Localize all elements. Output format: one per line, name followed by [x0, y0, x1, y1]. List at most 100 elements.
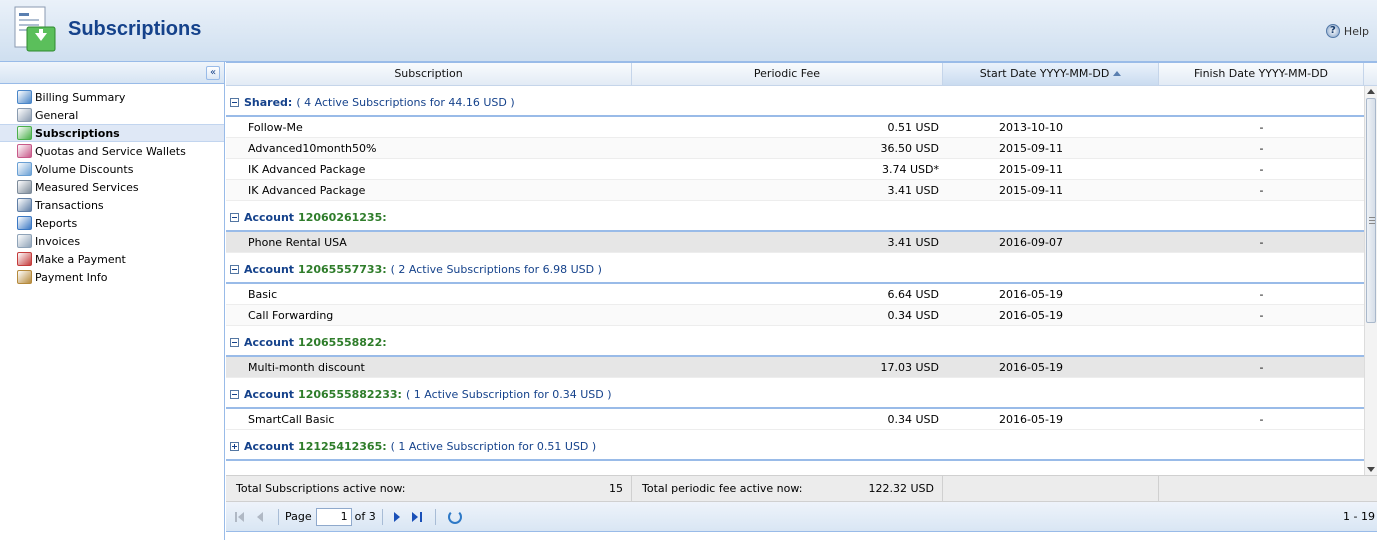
- table-row[interactable]: Basic 6.64 USD 2016-05-19 -: [226, 284, 1364, 305]
- col-header-periodic-fee[interactable]: Periodic Fee: [632, 63, 943, 85]
- expand-group-icon[interactable]: [230, 442, 239, 451]
- sidebar-item-payment-info[interactable]: Payment Info: [0, 268, 224, 286]
- collapse-group-icon[interactable]: [230, 265, 239, 274]
- pager-separator: [381, 508, 383, 525]
- group-header[interactable]: Account 12065558822:: [226, 326, 1364, 357]
- group-name: Account: [244, 336, 295, 349]
- group-name: Account: [244, 263, 295, 276]
- last-page-arrow-icon: [411, 511, 418, 522]
- scroll-up-icon[interactable]: [1367, 89, 1375, 94]
- sidebar-item-subscriptions[interactable]: Subscriptions: [0, 124, 224, 142]
- cell-subscription: Phone Rental USA: [248, 235, 347, 249]
- sidebar: « Billing Summary General Subscriptions Quo…: [0, 62, 225, 540]
- invoice-icon: [17, 234, 32, 248]
- sidebar-item-label: Subscriptions: [35, 126, 120, 140]
- grid-body: Shared:( 4 Active Subscriptions for 44.1…: [226, 86, 1364, 475]
- cell-subscription: Advanced10month50%: [248, 141, 377, 155]
- group-header[interactable]: Account 1206555882233:( 1 Active Subscrip…: [226, 378, 1364, 409]
- cell-start-date: 2015-09-11: [999, 183, 1063, 197]
- sidebar-item-make-a-payment[interactable]: Make a Payment: [0, 250, 224, 268]
- help-icon: ?: [1325, 24, 1340, 38]
- sidebar-item-invoices[interactable]: Invoices: [0, 232, 224, 250]
- subscriptions-logo-icon: [14, 6, 56, 52]
- grid-summary: Total Subscriptions active now: 15 Total…: [226, 475, 1377, 502]
- cell-start-date: 2016-05-19: [999, 287, 1063, 301]
- collapse-group-icon[interactable]: [230, 98, 239, 107]
- cell-finish-date: -: [1259, 308, 1264, 322]
- record-range: 1 - 19: [1343, 510, 1375, 523]
- collapse-group-icon[interactable]: [230, 213, 239, 222]
- sidebar-item-label: Volume Discounts: [35, 162, 134, 176]
- table-row[interactable]: Follow-Me 0.51 USD 2013-10-10 -: [226, 117, 1364, 138]
- collapse-group-icon[interactable]: [230, 390, 239, 399]
- cell-finish-date: -: [1259, 287, 1264, 301]
- next-page-button[interactable]: [389, 509, 405, 525]
- page-number-input[interactable]: 1: [315, 507, 352, 526]
- cell-finish-date: -: [1259, 360, 1264, 374]
- table-row[interactable]: Multi-month discount 17.03 USD 2016-05-19 -: [226, 357, 1364, 378]
- table-row[interactable]: Phone Rental USA 3.41 USD 2016-09-07 -: [226, 232, 1364, 253]
- sidebar-item-billing-summary[interactable]: Billing Summary: [0, 88, 224, 106]
- sidebar-item-label: Reports: [35, 216, 78, 230]
- group-account-number: 12065558822:: [298, 336, 387, 349]
- group-summary: ( 1 Active Subscription for 0.34 USD ): [405, 388, 612, 401]
- first-page-button[interactable]: [232, 509, 248, 525]
- sidebar-nav: Billing Summary General Subscriptions Quota…: [0, 84, 224, 286]
- sidebar-item-label: Quotas and Service Wallets: [35, 144, 186, 158]
- group-summary: ( 4 Active Subscriptions for 44.16 USD ): [296, 96, 515, 109]
- sidebar-item-general[interactable]: General: [0, 106, 224, 124]
- cell-subscription: Basic: [248, 287, 278, 301]
- group-summary: ( 1 Active Subscription for 0.51 USD ): [390, 440, 597, 453]
- table-row[interactable]: Advanced10month50% 36.50 USD 2015-09-11 -: [226, 138, 1364, 159]
- help-link[interactable]: ? Help: [1325, 24, 1369, 38]
- sidebar-item-measured-services[interactable]: Measured Services: [0, 178, 224, 196]
- col-header-subscription[interactable]: Subscription: [226, 63, 632, 85]
- cell-periodic-fee: 0.34 USD: [887, 412, 940, 426]
- collapse-sidebar-button[interactable]: «: [206, 66, 220, 80]
- cell-periodic-fee: 6.64 USD: [887, 287, 940, 301]
- table-row[interactable]: SmartCall Basic 0.34 USD 2016-05-19 -: [226, 409, 1364, 430]
- cell-start-date: 2016-05-19: [999, 360, 1063, 374]
- cell-subscription: Multi-month discount: [248, 360, 365, 374]
- payment-info-icon: [17, 270, 32, 284]
- sidebar-item-transactions[interactable]: Transactions: [0, 196, 224, 214]
- grid-scrollbar[interactable]: [1364, 86, 1377, 475]
- table-row[interactable]: Call Forwarding 0.34 USD 2016-05-19 -: [226, 305, 1364, 326]
- total-fee-label: Total periodic fee active now:: [642, 482, 803, 495]
- group-account-number: 12125412365:: [298, 440, 387, 453]
- sidebar-item-quotas-and-service-wallets[interactable]: Quotas and Service Wallets: [0, 142, 224, 160]
- cell-periodic-fee: 0.34 USD: [887, 308, 940, 322]
- group-header[interactable]: Account 12060261235:: [226, 201, 1364, 232]
- chart-icon: [17, 90, 32, 104]
- sidebar-item-label: Billing Summary: [35, 90, 126, 104]
- col-header-finish-date[interactable]: Finish Date YYYY-MM-DD: [1159, 63, 1364, 85]
- wallet-icon: [17, 144, 32, 158]
- prev-page-button[interactable]: [252, 509, 268, 525]
- scroll-down-icon[interactable]: [1367, 467, 1375, 472]
- last-page-button[interactable]: [409, 509, 425, 525]
- pager-toolbar: Page 1 of 3 1 - 19: [226, 502, 1377, 532]
- collapse-group-icon[interactable]: [230, 338, 239, 347]
- group-header[interactable]: Shared:( 4 Active Subscriptions for 44.1…: [226, 86, 1364, 117]
- prev-page-icon: [257, 511, 263, 522]
- subscriptions-icon: [17, 126, 32, 140]
- cell-subscription: Call Forwarding: [248, 308, 334, 322]
- cell-start-date: 2016-05-19: [999, 412, 1063, 426]
- cell-finish-date: -: [1259, 162, 1264, 176]
- table-row[interactable]: IK Advanced Package 3.74 USD* 2015-09-11 -: [226, 159, 1364, 180]
- cell-start-date: 2015-09-11: [999, 162, 1063, 176]
- table-row[interactable]: IK Advanced Package 3.41 USD 2015-09-11 -: [226, 180, 1364, 201]
- cell-subscription: IK Advanced Package: [248, 183, 366, 197]
- sidebar-item-label: Make a Payment: [35, 252, 126, 266]
- cell-periodic-fee: 3.41 USD: [887, 183, 940, 197]
- scroll-thumb[interactable]: [1366, 98, 1376, 323]
- group-header[interactable]: Account 12125412365:( 1 Active Subscripti…: [226, 430, 1364, 461]
- col-header-start-date[interactable]: Start Date YYYY-MM-DD: [943, 63, 1159, 85]
- help-label: Help: [1343, 24, 1369, 38]
- sidebar-item-volume-discounts[interactable]: Volume Discounts: [0, 160, 224, 178]
- group-name: Account: [244, 211, 295, 224]
- refresh-icon[interactable]: [447, 509, 462, 524]
- group-header[interactable]: Account 12065557733:( 2 Active Subscripti…: [226, 253, 1364, 284]
- sidebar-item-reports[interactable]: Reports: [0, 214, 224, 232]
- discount-icon: [17, 162, 32, 176]
